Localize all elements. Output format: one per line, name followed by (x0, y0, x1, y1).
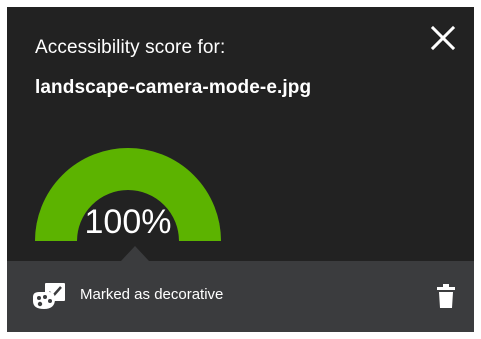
close-button[interactable] (426, 21, 460, 55)
decorative-image-icon (33, 283, 65, 309)
score-value: 100% (84, 203, 172, 241)
file-name: landscape-camera-mode-e.jpg (35, 77, 312, 98)
accessibility-score-panel: Accessibility score for: landscape-camer… (7, 7, 474, 332)
callout-pointer (121, 246, 149, 261)
delete-button[interactable] (432, 281, 460, 311)
panel-heading: Accessibility score for: (35, 37, 226, 58)
status-label: Marked as decorative (80, 286, 224, 303)
trash-icon (437, 284, 455, 308)
close-icon (430, 25, 456, 51)
status-bar: Marked as decorative (7, 261, 474, 332)
